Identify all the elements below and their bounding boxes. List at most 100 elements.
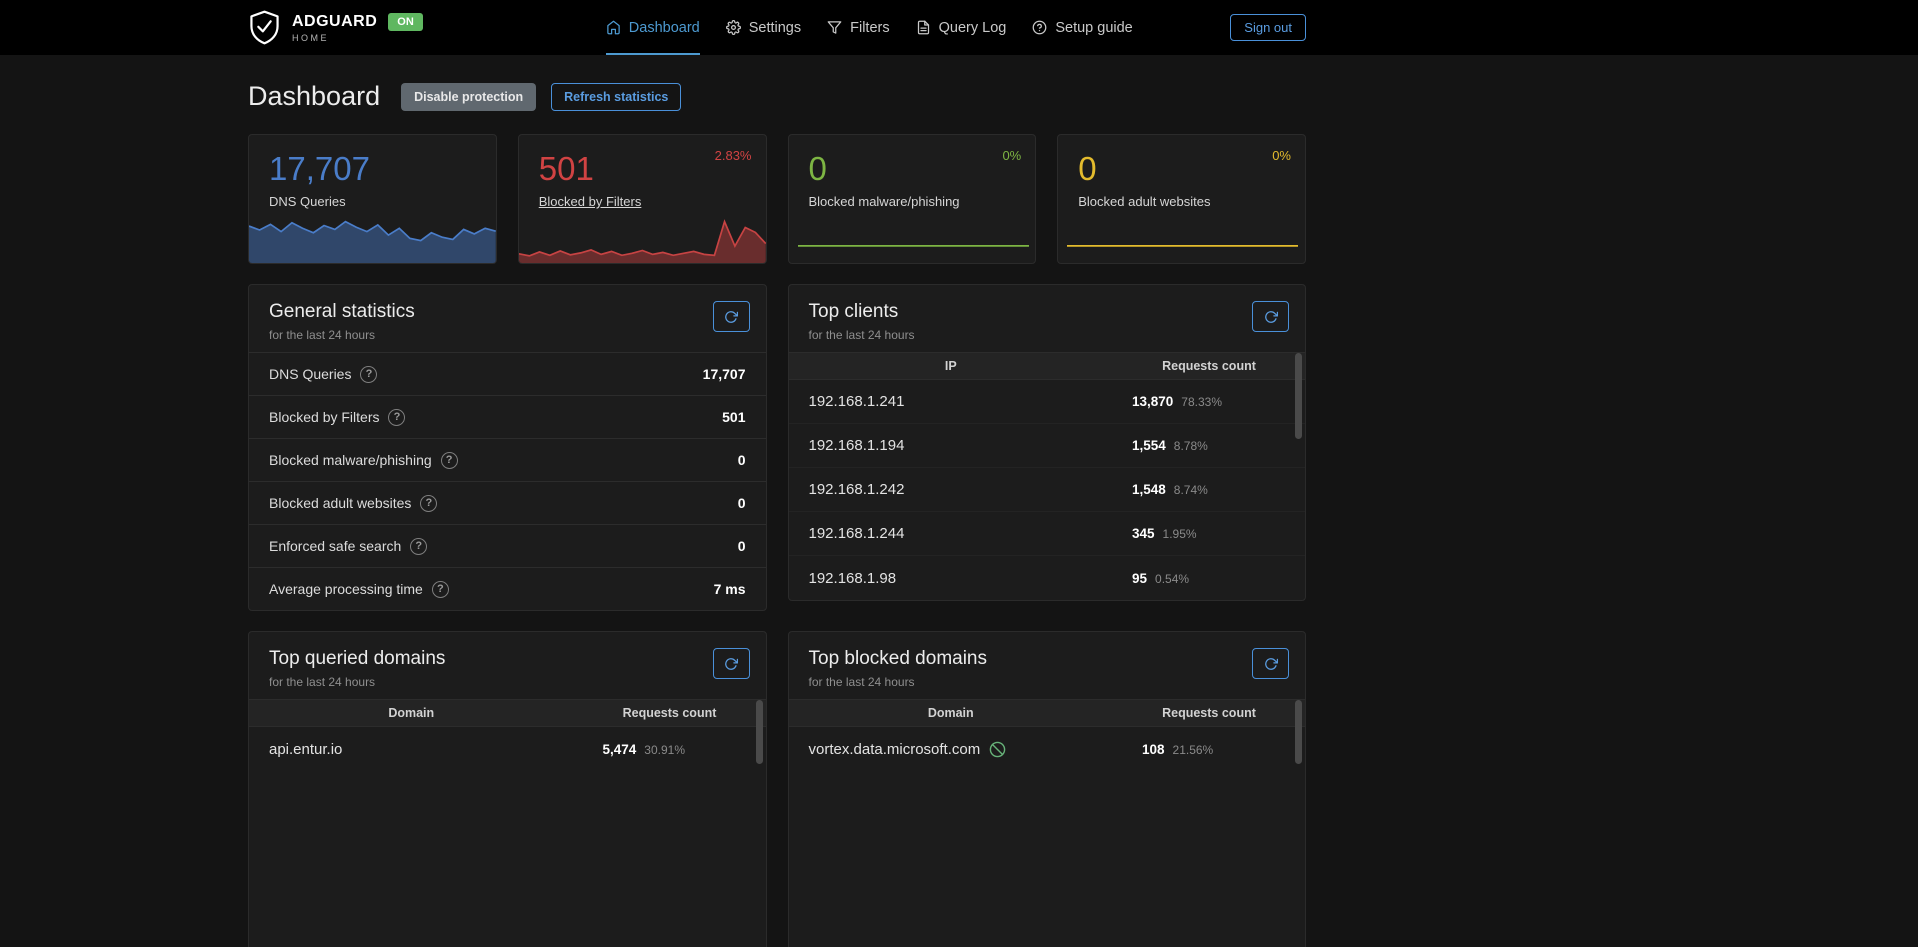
stat-row-value: 0 [738, 452, 746, 468]
refresh-icon [1264, 310, 1278, 324]
domain-name: api.entur.io [269, 741, 603, 758]
unblock-slash-icon[interactable] [989, 741, 1006, 758]
table-row: api.entur.io 5,47430.91% [249, 727, 766, 771]
settings-gear-icon [726, 20, 741, 35]
blocked-filters-sparkline [519, 217, 766, 263]
requests-count: 95 [1132, 571, 1147, 586]
general-statistics-subtitle: for the last 24 hours [269, 328, 746, 342]
refresh-statistics-button[interactable]: Refresh statistics [551, 83, 681, 111]
stat-row-label: DNS Queries [269, 366, 351, 382]
domain-name: vortex.data.microsoft.com [809, 741, 981, 758]
help-icon[interactable]: ? [420, 495, 437, 512]
top-queried-table-header: Domain Requests count [249, 699, 766, 727]
adguard-brand: ADGUARD ON HOME [248, 9, 423, 46]
top-clients-title: Top clients [809, 301, 1286, 323]
stat-card-blocked-adult: 0% 0 Blocked adult websites [1057, 134, 1306, 264]
stat-row-label: Blocked by Filters [269, 409, 379, 425]
stat-row-value: 17,707 [703, 366, 746, 382]
nav-label-query-log: Query Log [939, 20, 1007, 36]
requests-percent: 0.54% [1155, 572, 1189, 586]
column-header-requests: Requests count [574, 706, 766, 720]
table-row: 192.168.1.241 13,870 78.33% [789, 380, 1306, 424]
blocked-filters-percent: 2.83% [715, 148, 752, 163]
blocked-malware-percent: 0% [1002, 148, 1021, 163]
top-queried-domains-panel: Top queried domains for the last 24 hour… [248, 631, 767, 947]
nav-item-dashboard[interactable]: Dashboard [606, 0, 700, 55]
general-statistics-panel: General statistics for the last 24 hours… [248, 284, 767, 611]
column-header-domain: Domain [249, 706, 574, 720]
top-navbar: ADGUARD ON HOME Dashboard Settings Filte… [0, 0, 1918, 55]
blocked-filters-link[interactable]: Blocked by Filters [539, 194, 642, 209]
scrollbar-thumb[interactable] [1295, 353, 1302, 439]
table-row: 192.168.1.244 3451.95% [789, 512, 1306, 556]
table-row: 192.168.1.242 1,5488.74% [789, 468, 1306, 512]
top-queried-domains-subtitle: for the last 24 hours [269, 675, 746, 689]
dns-queries-sparkline [249, 217, 496, 263]
requests-count: 5,474 [603, 742, 637, 757]
stat-row-label: Enforced safe search [269, 538, 401, 554]
refresh-top-blocked-button[interactable] [1252, 648, 1289, 679]
stat-cards-row: 17,707 DNS Queries 2.83% 501 Blocked by … [248, 134, 1306, 264]
top-blocked-table-header: Domain Requests count [789, 699, 1306, 727]
help-icon[interactable]: ? [360, 366, 377, 383]
blocked-malware-count: 0 [809, 150, 1036, 188]
nav-item-filters[interactable]: Filters [827, 0, 889, 55]
help-icon[interactable]: ? [441, 452, 458, 469]
dns-queries-label: DNS Queries [269, 194, 496, 209]
nav-item-setup-guide[interactable]: Setup guide [1032, 0, 1132, 55]
requests-count: 13,870 [1132, 394, 1173, 409]
requests-percent: 8.74% [1174, 483, 1208, 497]
requests-percent: 21.56% [1173, 743, 1214, 757]
refresh-icon [1264, 657, 1278, 671]
top-blocked-domains-subtitle: for the last 24 hours [809, 675, 1286, 689]
blocked-adult-percent: 0% [1272, 148, 1291, 163]
nav-item-query-log[interactable]: Query Log [916, 0, 1007, 55]
nav-label-dashboard: Dashboard [629, 20, 700, 36]
client-ip: 192.168.1.194 [809, 437, 1133, 454]
refresh-icon [724, 310, 738, 324]
requests-count: 1,554 [1132, 438, 1166, 453]
refresh-general-statistics-button[interactable] [713, 301, 750, 332]
refresh-top-clients-button[interactable] [1252, 301, 1289, 332]
scrollbar-thumb[interactable] [756, 700, 763, 764]
table-row: vortex.data.microsoft.com 10821.56% [789, 727, 1306, 771]
refresh-top-queried-button[interactable] [713, 648, 750, 679]
top-queried-domains-title: Top queried domains [269, 648, 746, 670]
top-clients-panel: Top clients for the last 24 hours IP Req… [788, 284, 1307, 601]
blocked-adult-count: 0 [1078, 150, 1305, 188]
stat-row-processing-time: Average processing time? 7 ms [249, 567, 766, 610]
stat-row-safe-search: Enforced safe search? 0 [249, 524, 766, 567]
nav-label-settings: Settings [749, 20, 801, 36]
setup-guide-help-icon [1032, 20, 1047, 35]
stat-row-blocked-filters: Blocked by Filters? 501 [249, 395, 766, 438]
stat-row-blocked-malware: Blocked malware/phishing? 0 [249, 438, 766, 481]
scrollbar-thumb[interactable] [1295, 700, 1302, 764]
help-icon[interactable]: ? [388, 409, 405, 426]
stat-card-blocked-filters: 2.83% 501 Blocked by Filters [518, 134, 767, 264]
top-blocked-domains-panel: Top blocked domains for the last 24 hour… [788, 631, 1307, 947]
requests-percent: 8.78% [1174, 439, 1208, 453]
nav-item-settings[interactable]: Settings [726, 0, 801, 55]
table-row: 192.168.1.98 950.54% [789, 556, 1306, 600]
stat-card-dns-queries: 17,707 DNS Queries [248, 134, 497, 264]
sign-out-button[interactable]: Sign out [1230, 14, 1306, 41]
page-title: Dashboard [248, 81, 380, 112]
help-icon[interactable]: ? [410, 538, 427, 555]
nav-label-filters: Filters [850, 20, 889, 36]
column-header-domain: Domain [789, 706, 1114, 720]
blocked-adult-label: Blocked adult websites [1078, 194, 1305, 209]
requests-count: 345 [1132, 526, 1155, 541]
stat-row-blocked-adult: Blocked adult websites? 0 [249, 481, 766, 524]
help-icon[interactable]: ? [432, 581, 449, 598]
disable-protection-button[interactable]: Disable protection [401, 83, 536, 111]
stat-row-value: 501 [722, 409, 745, 425]
brand-subtitle: HOME [292, 33, 423, 43]
client-ip: 192.168.1.241 [809, 393, 1133, 410]
stat-row-label: Blocked malware/phishing [269, 452, 432, 468]
stat-card-blocked-malware: 0% 0 Blocked malware/phishing [788, 134, 1037, 264]
column-header-ip: IP [789, 359, 1114, 373]
column-header-requests: Requests count [1113, 706, 1305, 720]
dashboard-home-icon [606, 20, 621, 35]
stat-row-label: Blocked adult websites [269, 495, 411, 511]
requests-percent: 78.33% [1181, 395, 1222, 409]
